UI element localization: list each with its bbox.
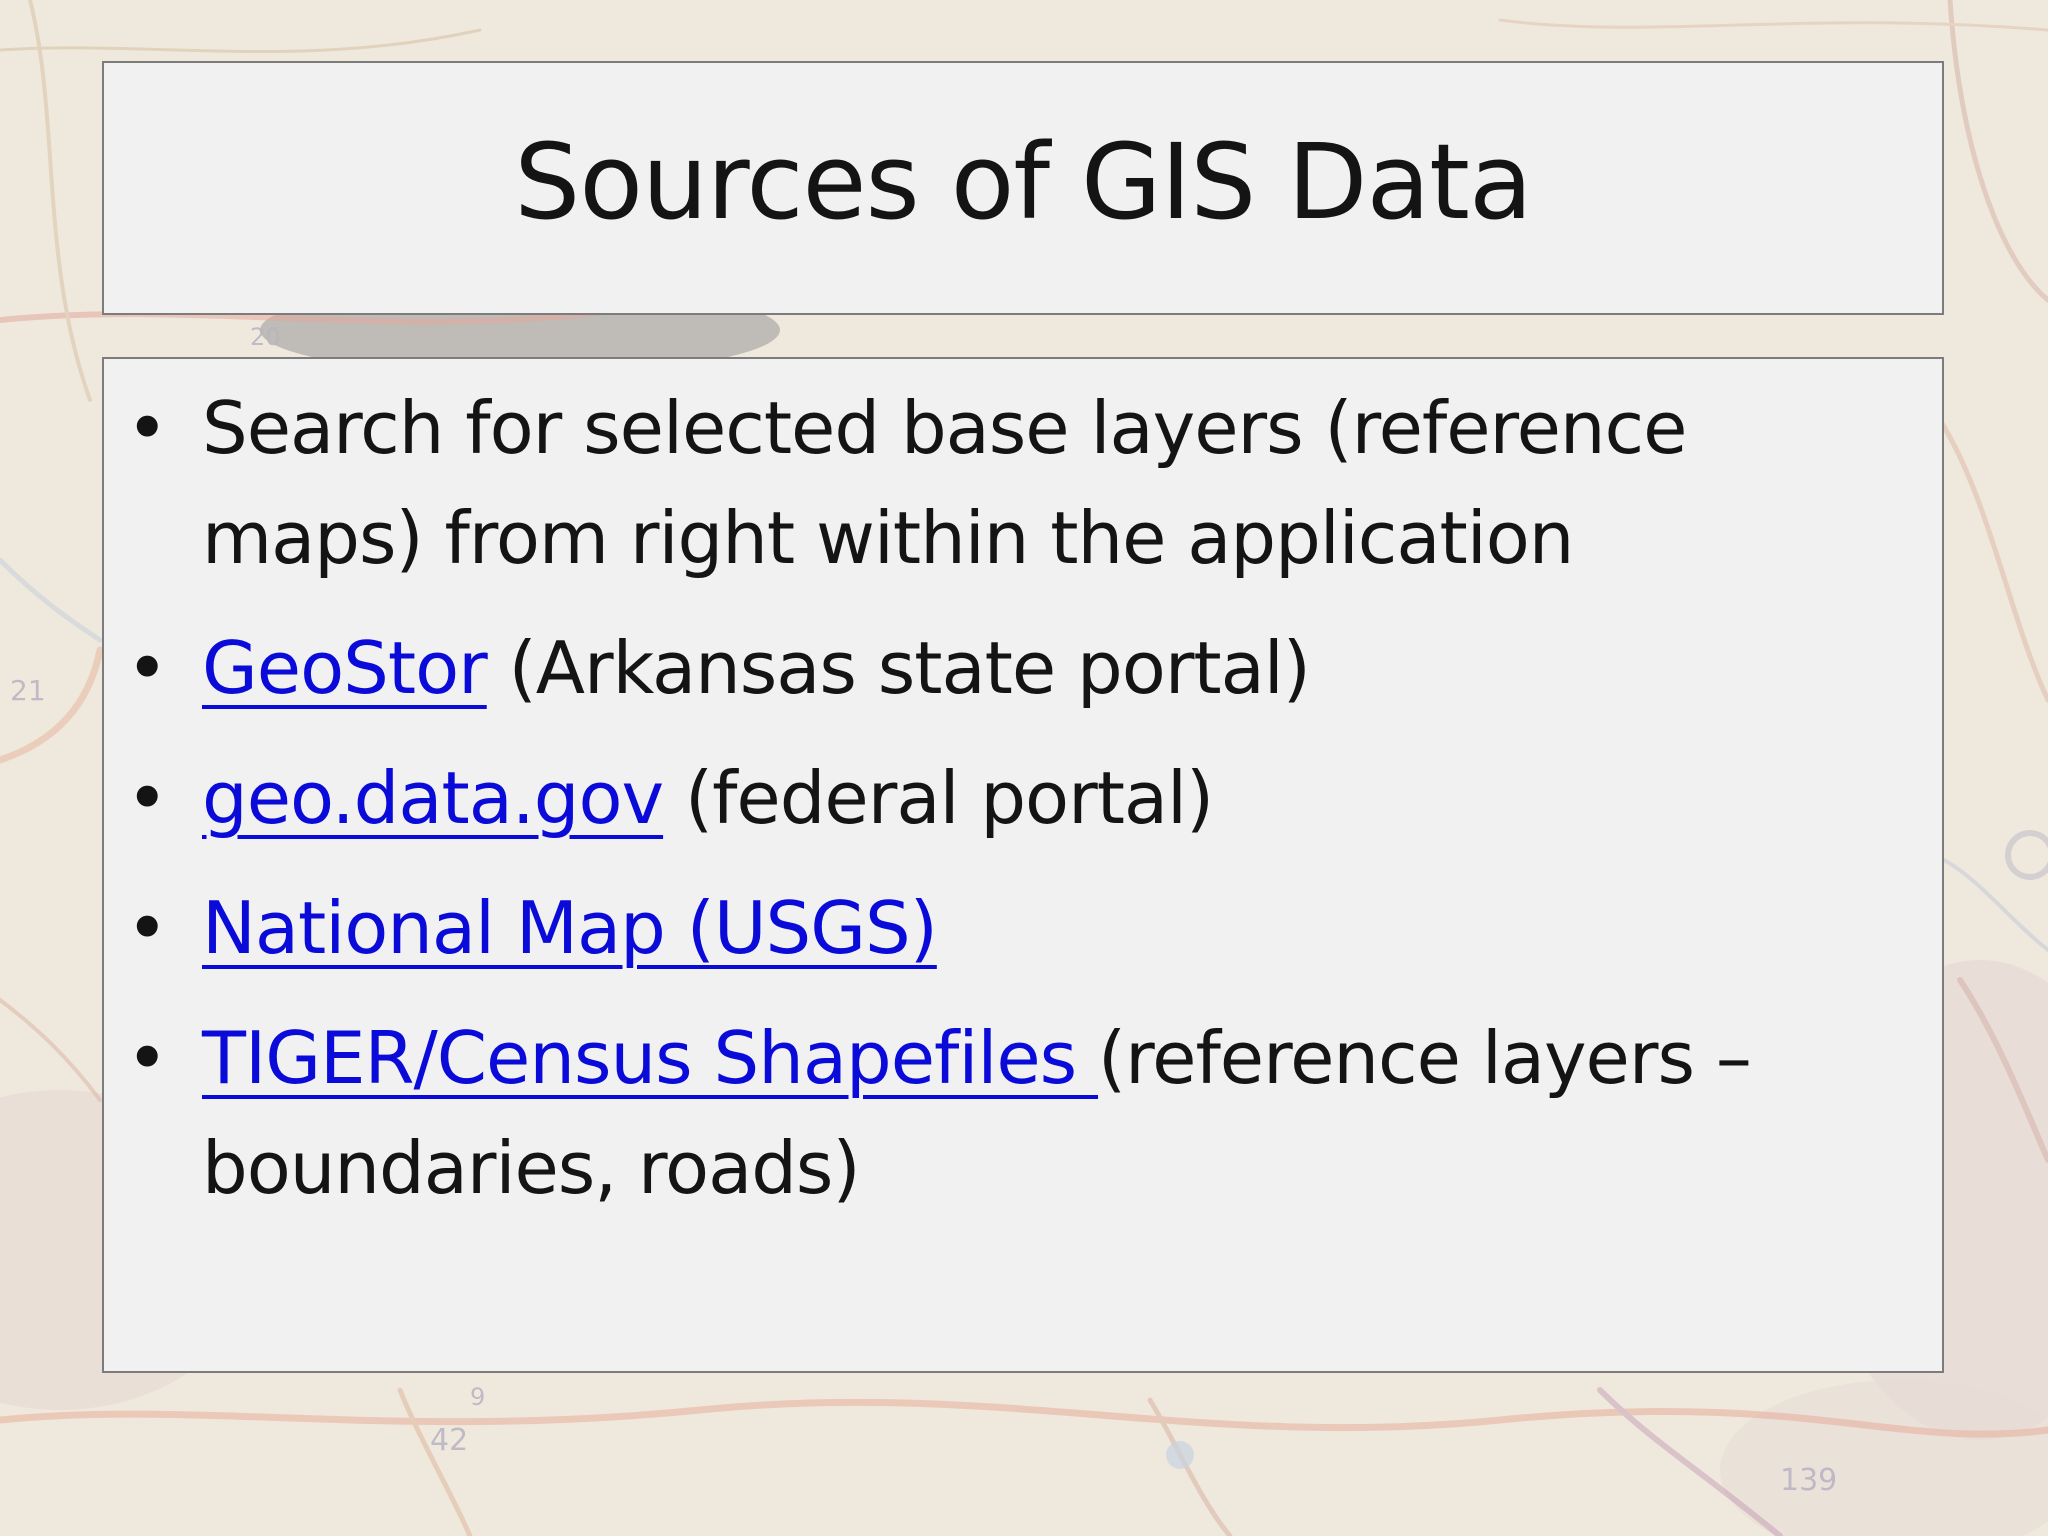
bullet-icon: • (126, 886, 168, 970)
bullet-icon: • (126, 626, 168, 710)
bullet-text: (Arkansas state portal) (486, 626, 1311, 710)
map-label: 139 (1780, 1463, 1837, 1498)
list-item: • National Map (USGS) (104, 873, 1942, 983)
geostor-link[interactable]: GeoStor (202, 626, 488, 710)
tiger-census-link[interactable]: TIGER/Census Shapefiles (202, 1016, 1098, 1100)
bullet-icon: • (126, 386, 168, 470)
map-label: 21 (10, 674, 46, 707)
list-item: • TIGER/Census Shapefiles (reference lay… (104, 1003, 1942, 1223)
bullet-text: (federal portal) (663, 756, 1214, 840)
geo-data-gov-link[interactable]: geo.data.gov (202, 756, 664, 840)
bullet-icon: • (126, 756, 168, 840)
national-map-link[interactable]: National Map (USGS) (202, 886, 938, 970)
bullet-icon: • (126, 1016, 168, 1100)
list-item: • geo.data.gov (federal portal) (104, 743, 1942, 853)
list-item: • Search for selected base layers (refer… (104, 373, 1942, 593)
bullet-text: Search for selected base layers (referen… (202, 386, 1687, 580)
list-item: • GeoStor (Arkansas state portal) (104, 613, 1942, 723)
map-label: 9 (470, 1383, 485, 1411)
title-panel: Sources of GIS Data (102, 61, 1944, 315)
content-panel: • Search for selected base layers (refer… (102, 357, 1944, 1373)
slide-title: Sources of GIS Data (514, 121, 1532, 243)
map-label: 42 (430, 1423, 468, 1458)
bullet-list: • Search for selected base layers (refer… (104, 373, 1942, 1243)
map-label: 20 (250, 323, 281, 351)
